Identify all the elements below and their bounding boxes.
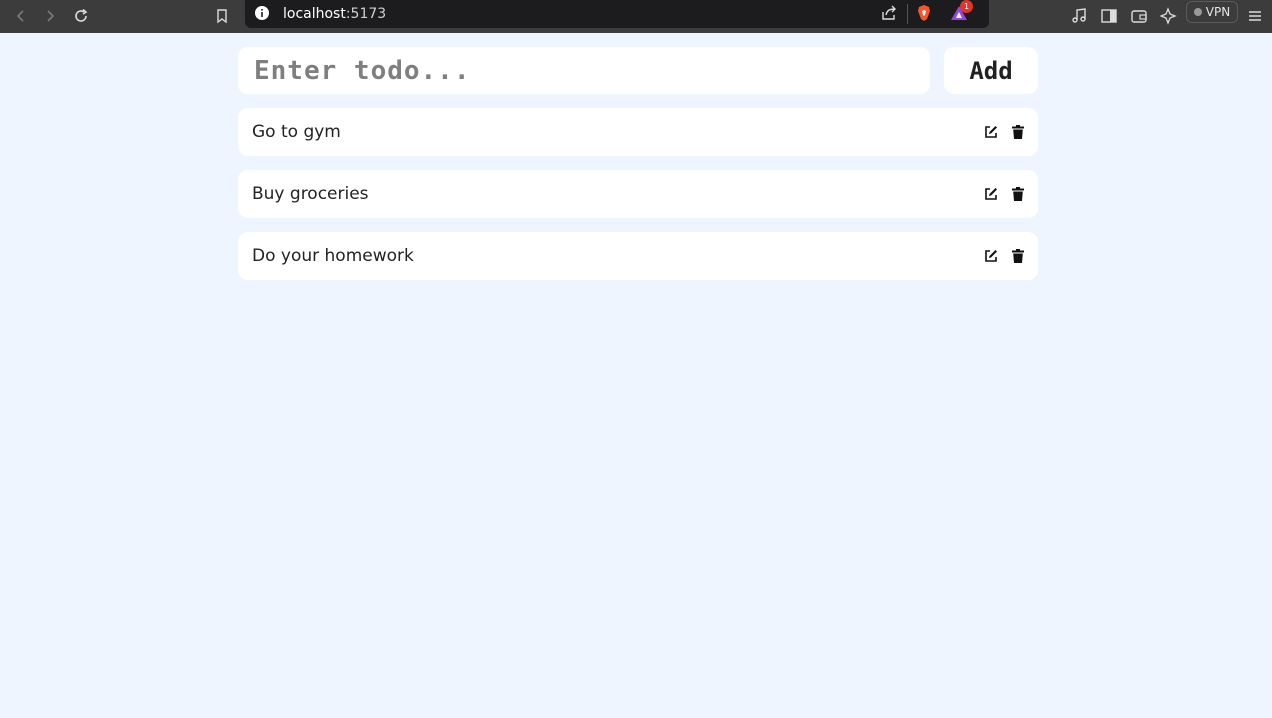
- edit-icon[interactable]: [983, 186, 999, 202]
- divider: [907, 4, 908, 24]
- address-bar[interactable]: localhost:5173 1: [245, 0, 989, 28]
- notification-badge: 1: [960, 0, 973, 13]
- trash-icon[interactable]: [1010, 124, 1026, 140]
- todo-item: Buy groceries: [238, 170, 1038, 218]
- todo-input[interactable]: [238, 47, 930, 94]
- todo-list: Go to gym Buy groceries Do your homework: [238, 108, 1038, 294]
- browser-toolbar: localhost:5173 1 VPN: [0, 0, 1272, 33]
- todo-text: Go to gym: [252, 122, 341, 142]
- edit-icon[interactable]: [983, 248, 999, 264]
- trash-icon[interactable]: [1010, 186, 1026, 202]
- media-icon[interactable]: [1067, 4, 1091, 28]
- menu-icon[interactable]: [1243, 4, 1267, 28]
- bookmark-icon[interactable]: [210, 4, 234, 28]
- url-text: localhost:5173: [283, 6, 387, 22]
- vpn-status-icon: [1193, 8, 1202, 16]
- wallet-icon[interactable]: [1127, 4, 1151, 28]
- edit-icon[interactable]: [983, 124, 999, 140]
- back-icon[interactable]: [9, 4, 33, 28]
- todo-text: Buy groceries: [252, 184, 369, 204]
- add-button[interactable]: Add: [944, 47, 1038, 94]
- todo-text: Do your homework: [252, 246, 414, 266]
- vpn-button[interactable]: VPN: [1186, 1, 1238, 23]
- sidebar-icon[interactable]: [1097, 4, 1121, 28]
- share-icon[interactable]: [877, 1, 901, 25]
- forward-icon[interactable]: [38, 4, 62, 28]
- vpn-label: VPN: [1205, 5, 1231, 19]
- todo-item: Go to gym: [238, 108, 1038, 156]
- trash-icon[interactable]: [1010, 248, 1026, 264]
- todo-item: Do your homework: [238, 232, 1038, 280]
- reload-icon[interactable]: [69, 4, 93, 28]
- info-icon[interactable]: [254, 5, 270, 21]
- brave-shields-icon[interactable]: [912, 1, 936, 25]
- leo-ai-icon[interactable]: [1157, 4, 1181, 28]
